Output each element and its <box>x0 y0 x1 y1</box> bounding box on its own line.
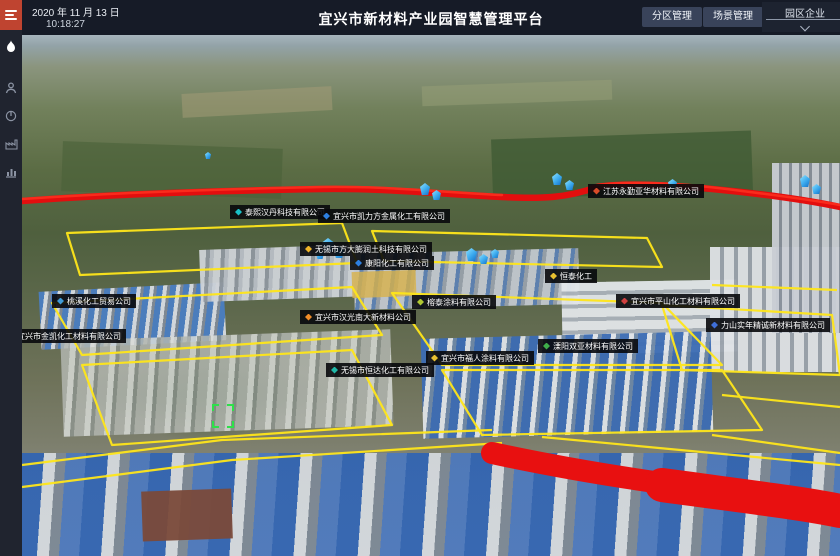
company-marker-icon <box>355 260 362 267</box>
header-bar: 2020 年 11 月 13 日 10:18:27 宜兴市新材料产业园智慧管理平… <box>22 0 840 35</box>
company-marker-icon <box>417 299 424 306</box>
company-label-text: 无锡市方大膨润土科技有限公司 <box>315 244 427 255</box>
company-label[interactable]: 宜兴市汉光南大新材料公司 <box>300 310 416 324</box>
park-company-dropdown-label: 园区企业 <box>762 2 840 20</box>
person-icon[interactable] <box>0 76 22 100</box>
company-marker-icon <box>431 355 438 362</box>
bar-chart-icon[interactable] <box>0 160 22 184</box>
company-label[interactable]: 无锡市恒达化工有限公司 <box>326 363 434 377</box>
flame-icon[interactable] <box>0 34 22 58</box>
company-marker-icon <box>550 273 557 280</box>
park-company-dropdown[interactable]: 园区企业 <box>762 2 840 32</box>
company-label[interactable]: 宜兴市凯力方金属化工有限公司 <box>318 209 450 223</box>
company-marker-icon <box>543 343 550 350</box>
company-label[interactable]: 无锡市方大膨润土科技有限公司 <box>300 242 432 256</box>
zone-manage-button[interactable]: 分区管理 <box>642 7 702 27</box>
company-label[interactable]: 泰熙汉丹科技有限公司 <box>230 205 330 219</box>
company-label-text: 恒泰化工 <box>560 271 592 282</box>
company-label[interactable]: 榕泰涂料有限公司 <box>412 295 496 309</box>
company-label-text: 江苏永勤亚华材料有限公司 <box>603 186 699 197</box>
power-icon[interactable] <box>0 104 22 128</box>
company-label-text: 宜兴市凯力方金属化工有限公司 <box>333 211 445 222</box>
company-marker-icon <box>57 298 64 305</box>
company-label[interactable]: 力山实年精诚新材料有限公司 <box>706 318 830 332</box>
company-label-text: 宜兴市福人涂料有限公司 <box>441 353 529 364</box>
company-marker-icon <box>305 314 312 321</box>
company-label-text: 溧阳双亚材料有限公司 <box>553 341 633 352</box>
company-label-text: 无锡市恒达化工有限公司 <box>341 365 429 376</box>
company-marker-icon <box>621 298 628 305</box>
company-marker-icon <box>323 213 330 220</box>
factory-icon[interactable] <box>0 132 22 156</box>
company-marker-icon <box>711 322 718 329</box>
company-label-text: 康阳化工有限公司 <box>365 258 429 269</box>
company-marker-icon <box>235 209 242 216</box>
company-label-text: 力山实年精诚新材料有限公司 <box>721 320 825 331</box>
company-label[interactable]: 溧阳双亚材料有限公司 <box>538 339 638 353</box>
alert-road-top <box>22 183 840 207</box>
selection-target-box <box>212 404 234 428</box>
dropdown-underline <box>766 19 840 20</box>
menu-icon[interactable] <box>0 0 22 30</box>
company-label[interactable]: 宜兴市金凯化工材料有限公司 <box>22 329 126 343</box>
company-label[interactable]: 桃溪化工贸易公司 <box>52 294 136 308</box>
chevron-down-icon <box>800 22 810 32</box>
left-sidebar <box>0 0 22 556</box>
company-label[interactable]: 康阳化工有限公司 <box>350 256 434 270</box>
company-marker-icon <box>593 188 600 195</box>
company-label-text: 桃溪化工贸易公司 <box>67 296 131 307</box>
company-label-text: 泰熙汉丹科技有限公司 <box>245 207 325 218</box>
company-label-text: 宜兴市汉光南大新材料公司 <box>315 312 411 323</box>
company-label[interactable]: 恒泰化工 <box>545 269 597 283</box>
company-label-text: 宜兴市金凯化工材料有限公司 <box>22 331 121 342</box>
alert-road-bottom <box>492 453 840 511</box>
company-label[interactable]: 宜兴市福人涂料有限公司 <box>426 351 534 365</box>
company-label[interactable]: 江苏永勤亚华材料有限公司 <box>588 184 704 198</box>
company-marker-icon <box>331 367 338 374</box>
company-label[interactable]: 宜兴市平山化工材料有限公司 <box>616 294 740 308</box>
company-label-text: 榕泰涂料有限公司 <box>427 297 491 308</box>
company-label-text: 宜兴市平山化工材料有限公司 <box>631 296 735 307</box>
company-marker-icon <box>305 246 312 253</box>
map-3d-scene[interactable]: 泰熙汉丹科技有限公司宜兴市凯力方金属化工有限公司 江苏永勤亚华材料有限公司无锡市方… <box>22 35 840 556</box>
app-window: 2020 年 11 月 13 日 10:18:27 宜兴市新材料产业园智慧管理平… <box>0 0 840 556</box>
scene-manage-button[interactable]: 场景管理 <box>703 7 763 27</box>
